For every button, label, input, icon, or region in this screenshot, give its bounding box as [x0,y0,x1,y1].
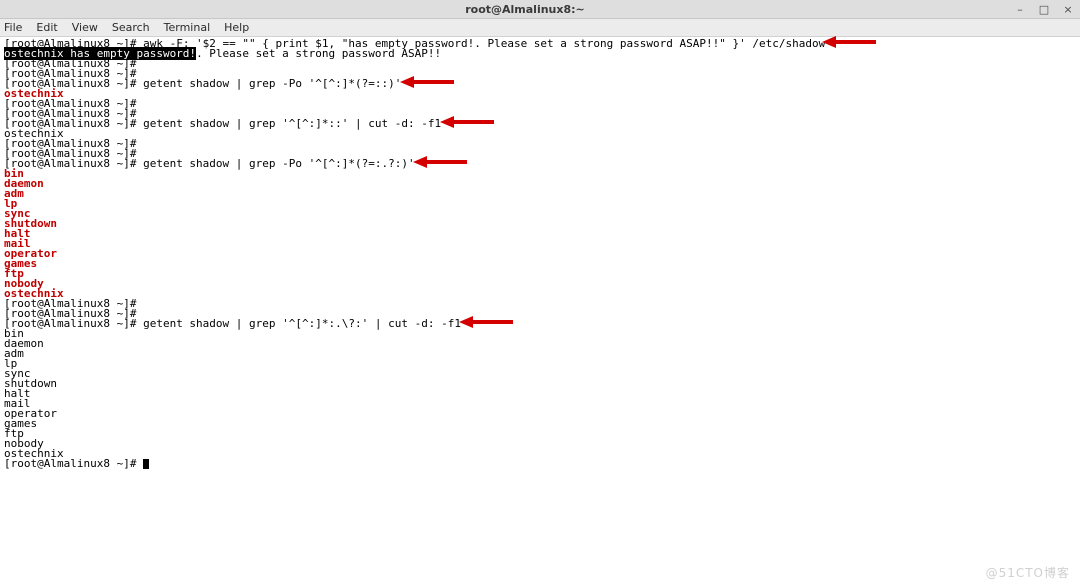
menu-view[interactable]: View [72,22,98,33]
window-controls: – □ × [1014,4,1074,15]
terminal-line: lp [4,359,1076,369]
shell-command: getent shadow | grep -Po '^[^:]*(?=:.?:)… [143,157,415,170]
terminal-viewport[interactable]: [root@Almalinux8 ~]# awk -F: '$2 == "" {… [0,37,1080,469]
terminal-line: shutdown [4,379,1076,389]
terminal-line: [root@Almalinux8 ~]# [4,139,1076,149]
watermark-text: @51CTO博客 [986,567,1070,579]
terminal-line: games [4,259,1076,269]
shell-prompt: [root@Almalinux8 ~]# [4,157,143,170]
terminal-line: mail [4,239,1076,249]
menu-terminal[interactable]: Terminal [164,22,211,33]
terminal-line: [root@Almalinux8 ~]# [4,459,1076,469]
terminal-line: daemon [4,179,1076,189]
window-title: root@Almalinux8:~ [36,4,1014,15]
terminal-line: ostechnix [4,289,1076,299]
terminal-line: ostechnix [4,89,1076,99]
terminal-line: halt [4,389,1076,399]
shell-command: getent shadow | grep '^[^:]*::' | cut -d… [143,117,441,130]
terminal-line: sync [4,209,1076,219]
shell-command: getent shadow | grep '^[^:]*:.\?:' | cut… [143,317,461,330]
terminal-line: [root@Almalinux8 ~]# [4,99,1076,109]
terminal-line: halt [4,229,1076,239]
terminal-line: [root@Almalinux8 ~]# [4,59,1076,69]
terminal-line: [root@Almalinux8 ~]# getent shadow | gre… [4,119,1076,129]
close-button[interactable]: × [1062,4,1074,15]
terminal-line: sync [4,369,1076,379]
terminal-line: ostechnix [4,449,1076,459]
terminal-line: ostechnix has empty password!. Please se… [4,49,1076,59]
menu-file[interactable]: File [4,22,22,33]
window-titlebar: root@Almalinux8:~ – □ × [0,0,1080,19]
minimize-button[interactable]: – [1014,4,1026,15]
menu-bar: File Edit View Search Terminal Help [0,19,1080,37]
menu-help[interactable]: Help [224,22,249,33]
maximize-button[interactable]: □ [1038,4,1050,15]
terminal-line: operator [4,249,1076,259]
terminal-line: mail [4,399,1076,409]
output-text: . Please set a strong password ASAP!! [196,47,441,60]
terminal-line: bin [4,329,1076,339]
shell-prompt: [root@Almalinux8 ~]# [4,317,143,330]
shell-prompt: [root@Almalinux8 ~]# [4,457,143,470]
terminal-line: games [4,419,1076,429]
terminal-line: ftp [4,429,1076,439]
terminal-line: [root@Almalinux8 ~]# getent shadow | gre… [4,319,1076,329]
terminal-line: operator [4,409,1076,419]
terminal-line: [root@Almalinux8 ~]# getent shadow | gre… [4,159,1076,169]
terminal-line: nobody [4,439,1076,449]
terminal-line: lp [4,199,1076,209]
terminal-line: shutdown [4,219,1076,229]
terminal-line: ftp [4,269,1076,279]
terminal-line: nobody [4,279,1076,289]
terminal-line: bin [4,169,1076,179]
terminal-line: [root@Almalinux8 ~]# [4,299,1076,309]
shell-command: getent shadow | grep -Po '^[^:]*(?=::)' [143,77,401,90]
terminal-line: daemon [4,339,1076,349]
terminal-line: ostechnix [4,129,1076,139]
menu-search[interactable]: Search [112,22,150,33]
cursor-block [143,459,149,469]
terminal-line: adm [4,349,1076,359]
menu-edit[interactable]: Edit [36,22,57,33]
terminal-line: adm [4,189,1076,199]
terminal-line: [root@Almalinux8 ~]# getent shadow | gre… [4,79,1076,89]
